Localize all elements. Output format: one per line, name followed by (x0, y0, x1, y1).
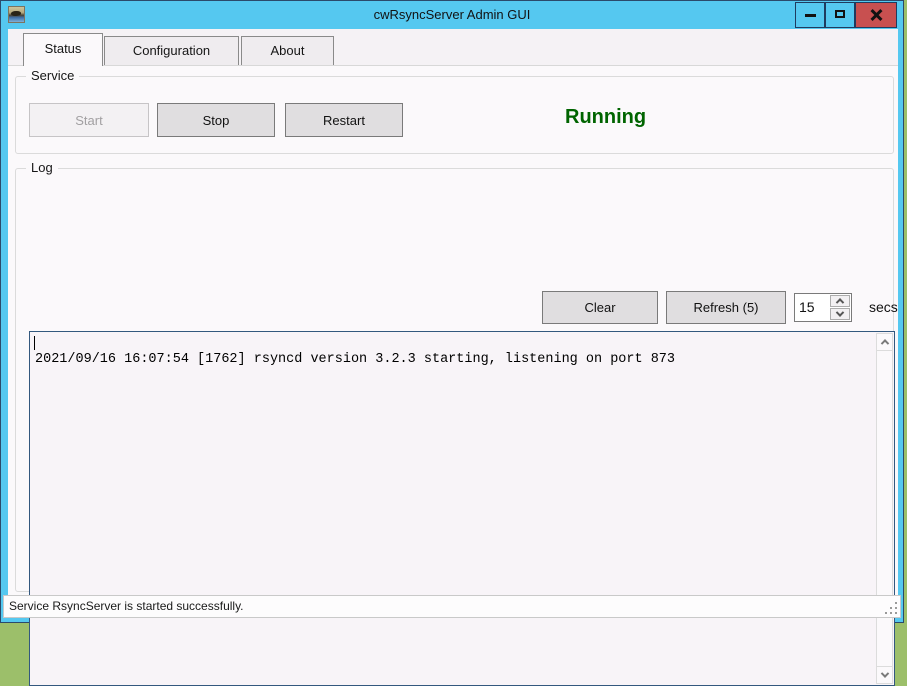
log-scrollbar[interactable] (876, 333, 893, 684)
chevron-down-icon (836, 308, 844, 316)
service-status-text: Running (565, 106, 646, 129)
spinner-up-button[interactable] (830, 295, 850, 307)
start-button[interactable]: Start (29, 103, 149, 137)
title-bar[interactable]: cwRsyncServer Admin GUI (1, 1, 903, 28)
tab-configuration[interactable]: Configuration (104, 36, 239, 65)
service-groupbox: Service Start Stop Restart Running (15, 76, 894, 154)
chevron-up-icon (880, 339, 888, 347)
close-button[interactable] (855, 2, 897, 28)
minimize-button[interactable] (795, 2, 825, 28)
restart-button[interactable]: Restart (285, 103, 403, 137)
refresh-button[interactable]: Refresh (5) (666, 291, 786, 324)
window-title: cwRsyncServer Admin GUI (1, 1, 903, 28)
log-entry: 2021/09/16 16:07:54 [1762] rsyncd versio… (35, 352, 870, 368)
close-icon (870, 9, 882, 21)
service-group-label: Service (26, 68, 79, 83)
log-group-label: Log (26, 160, 58, 175)
scroll-up-button[interactable] (877, 334, 892, 351)
log-textarea[interactable]: 2021/09/16 16:07:54 [1762] rsyncd versio… (29, 331, 895, 686)
chevron-down-icon (880, 669, 888, 677)
status-bar: Service RsyncServer is started successfu… (3, 595, 901, 618)
scroll-down-button[interactable] (877, 666, 892, 683)
client-area: Status Configuration About Service Start… (8, 29, 898, 595)
chevron-up-icon (836, 298, 844, 306)
refresh-interval-stepper[interactable] (794, 293, 852, 322)
app-window: cwRsyncServer Admin GUI Status Configura… (0, 0, 904, 623)
secs-label: secs (869, 299, 898, 315)
maximize-icon (835, 10, 845, 18)
clear-button[interactable]: Clear (542, 291, 658, 324)
interval-input[interactable] (799, 294, 829, 321)
resize-grip-icon[interactable] (885, 602, 897, 614)
status-tab-page: Service Start Stop Restart Running Log C… (8, 65, 898, 595)
status-bar-message: Service RsyncServer is started successfu… (9, 596, 244, 617)
minimize-icon (805, 14, 816, 17)
spinner-down-button[interactable] (830, 308, 850, 320)
tab-about[interactable]: About (241, 36, 334, 65)
stop-button[interactable]: Stop (157, 103, 275, 137)
maximize-button[interactable] (825, 2, 855, 28)
text-caret (34, 336, 35, 350)
tab-status[interactable]: Status (23, 33, 103, 66)
log-groupbox: Log Clear Refresh (5) secs 2021/09/ (15, 168, 894, 592)
